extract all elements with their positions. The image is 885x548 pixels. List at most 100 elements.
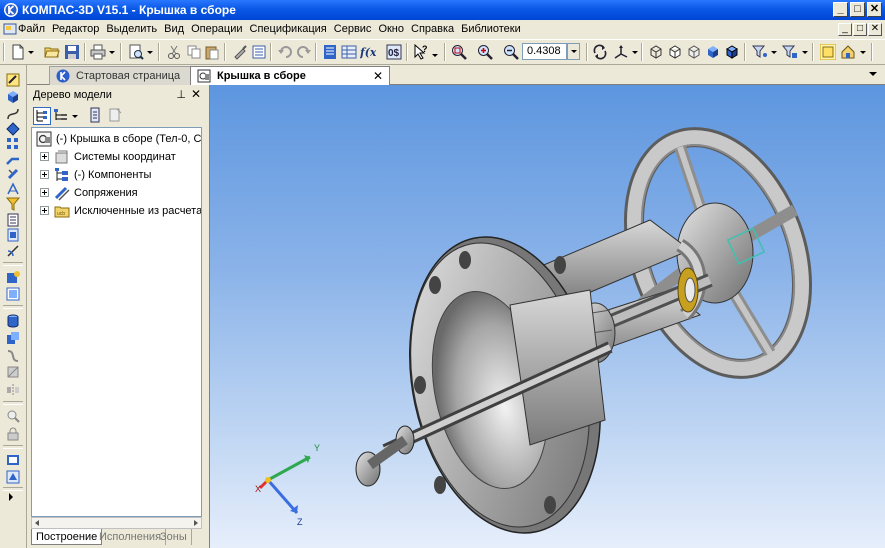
menu-service[interactable]: Сервис — [334, 23, 378, 35]
library-tool-icon[interactable] — [6, 453, 20, 467]
help-pointer-icon[interactable]: ? — [413, 44, 429, 60]
selection-filter-dropdown-icon[interactable] — [802, 51, 808, 54]
tab-zones[interactable]: Зоны — [156, 529, 192, 545]
tree-structure-icon[interactable] — [53, 107, 69, 123]
menu-editor[interactable]: Редактор — [52, 23, 105, 35]
preview-icon[interactable] — [128, 44, 144, 60]
menu-file[interactable]: Файл — [18, 23, 51, 35]
preview-dropdown-icon[interactable] — [147, 51, 153, 54]
move-down-icon[interactable] — [107, 107, 123, 123]
zoom-input[interactable]: 0.4308 — [522, 43, 567, 60]
lock-tool-icon[interactable] — [6, 427, 20, 441]
open-folder-icon[interactable] — [44, 44, 60, 60]
maximize-button[interactable]: □ — [850, 2, 865, 17]
menu-help[interactable]: Справка — [411, 23, 460, 35]
filter-dropdown-icon[interactable] — [771, 51, 777, 54]
menu-specification[interactable]: Спецификация — [250, 23, 333, 35]
close-button[interactable]: ✕ — [867, 2, 882, 17]
shaded-icon[interactable] — [705, 44, 721, 60]
tab-construction[interactable]: Построение — [31, 529, 103, 545]
cylinder-tool-icon[interactable] — [6, 314, 20, 328]
array-tool-icon[interactable] — [6, 137, 20, 151]
home-view-icon[interactable] — [840, 44, 856, 60]
menu-select[interactable]: Выделить — [106, 23, 163, 35]
menu-operations[interactable]: Операции — [191, 23, 248, 35]
kompas-app-icon[interactable] — [3, 2, 19, 18]
cut-icon[interactable] — [166, 44, 182, 60]
wireframe-icon[interactable] — [648, 44, 664, 60]
layers-icon[interactable] — [341, 44, 357, 60]
measure-tool-icon[interactable] — [6, 244, 20, 258]
move-up-icon[interactable] — [87, 107, 103, 123]
zoom-scale-icon[interactable] — [503, 44, 519, 60]
boolean-tool-icon[interactable] — [6, 331, 20, 345]
variables-fx-icon[interactable]: f(x) — [360, 44, 376, 60]
print-icon[interactable] — [90, 44, 106, 60]
filter-objects-tool-icon[interactable] — [6, 197, 20, 211]
pin-icon[interactable]: ⊥ — [176, 88, 186, 101]
rotate-icon[interactable] — [592, 44, 608, 60]
add-component-tool-icon[interactable] — [6, 270, 20, 284]
tab-start-page[interactable]: Стартовая страница — [49, 66, 199, 85]
properties-icon[interactable] — [251, 44, 267, 60]
tree-view-mode-icon[interactable] — [33, 107, 51, 125]
undo-icon[interactable] — [277, 44, 293, 60]
document-system-icon[interactable] — [3, 22, 17, 36]
panel-close-icon[interactable]: ✕ — [191, 87, 201, 101]
minimize-button[interactable]: _ — [833, 2, 848, 17]
menu-libraries[interactable]: Библиотеки — [461, 23, 527, 35]
expand-icon[interactable] — [40, 206, 49, 215]
tree-structure-dropdown-icon[interactable] — [72, 115, 78, 118]
paste-icon[interactable] — [204, 44, 220, 60]
mirror-tool-icon[interactable] — [6, 383, 20, 397]
tabs-dropdown-icon[interactable] — [869, 72, 877, 76]
home-view-dropdown-icon[interactable] — [860, 51, 866, 54]
tab-close-icon[interactable]: ✕ — [373, 69, 383, 83]
dimension-tool-icon[interactable] — [6, 182, 20, 196]
tree-node-coordinate-systems[interactable]: Системы координат — [40, 149, 200, 165]
spec-tool-icon[interactable] — [6, 213, 20, 227]
expand-icon[interactable] — [40, 170, 49, 179]
edit-component-tool-icon[interactable] — [6, 287, 20, 301]
section-tool-icon[interactable] — [6, 365, 20, 379]
panel-more-icon[interactable] — [9, 493, 13, 501]
model-viewport[interactable]: Y Z X — [209, 85, 885, 548]
zoom-in-icon[interactable] — [477, 44, 493, 60]
report-tool-icon[interactable] — [6, 228, 20, 242]
scroll-left-icon[interactable] — [35, 520, 39, 526]
orientation-dropdown-icon[interactable] — [632, 51, 638, 54]
filter-icon[interactable] — [752, 44, 768, 60]
spline-tool-icon[interactable] — [6, 107, 20, 121]
highlight-toggle-icon[interactable] — [820, 44, 836, 60]
doc-minimize-button[interactable]: _ — [838, 23, 852, 36]
search-tool-icon[interactable] — [6, 409, 20, 423]
surface-tool-icon[interactable] — [6, 122, 20, 136]
app-library-tool-icon[interactable] — [6, 470, 20, 484]
help-dropdown-icon[interactable] — [432, 54, 438, 57]
manager-icon[interactable] — [322, 44, 338, 60]
tree-node-excluded[interactable]: ucb Исключенные из расчета — [40, 203, 201, 219]
copy-icon[interactable] — [186, 44, 202, 60]
tab-assembly-document[interactable]: Крышка в сборе ✕ — [190, 66, 390, 85]
selection-filter-icon[interactable] — [782, 44, 798, 60]
edit-sketch-tool-icon[interactable] — [6, 73, 20, 87]
loft-tool-icon[interactable] — [6, 349, 20, 363]
tree-node-components[interactable]: (-) Компоненты — [40, 167, 200, 183]
measure-icon[interactable]: 0$ — [386, 44, 402, 60]
new-document-icon[interactable] — [10, 44, 26, 60]
menu-view[interactable]: Вид — [164, 23, 190, 35]
doc-restore-button[interactable]: □ — [853, 23, 867, 36]
sheet-metal-tool-icon[interactable] — [6, 152, 20, 166]
orientation-icon[interactable] — [613, 44, 629, 60]
tree-node-mates[interactable]: Сопряжения — [40, 185, 200, 201]
model-tree[interactable]: (-) Крышка в сборе (Тел-0, Сбор Системы … — [31, 127, 202, 517]
format-brush-icon[interactable] — [232, 44, 248, 60]
zoom-dropdown-button[interactable] — [567, 43, 580, 60]
shaded-edges-icon[interactable] — [724, 44, 740, 60]
new-dropdown-icon[interactable] — [28, 51, 34, 54]
menu-window[interactable]: Окно — [378, 23, 410, 35]
expand-icon[interactable] — [40, 188, 49, 197]
zoom-window-icon[interactable] — [451, 44, 467, 60]
expand-icon[interactable] — [40, 152, 49, 161]
thin-hidden-lines-icon[interactable] — [686, 44, 702, 60]
